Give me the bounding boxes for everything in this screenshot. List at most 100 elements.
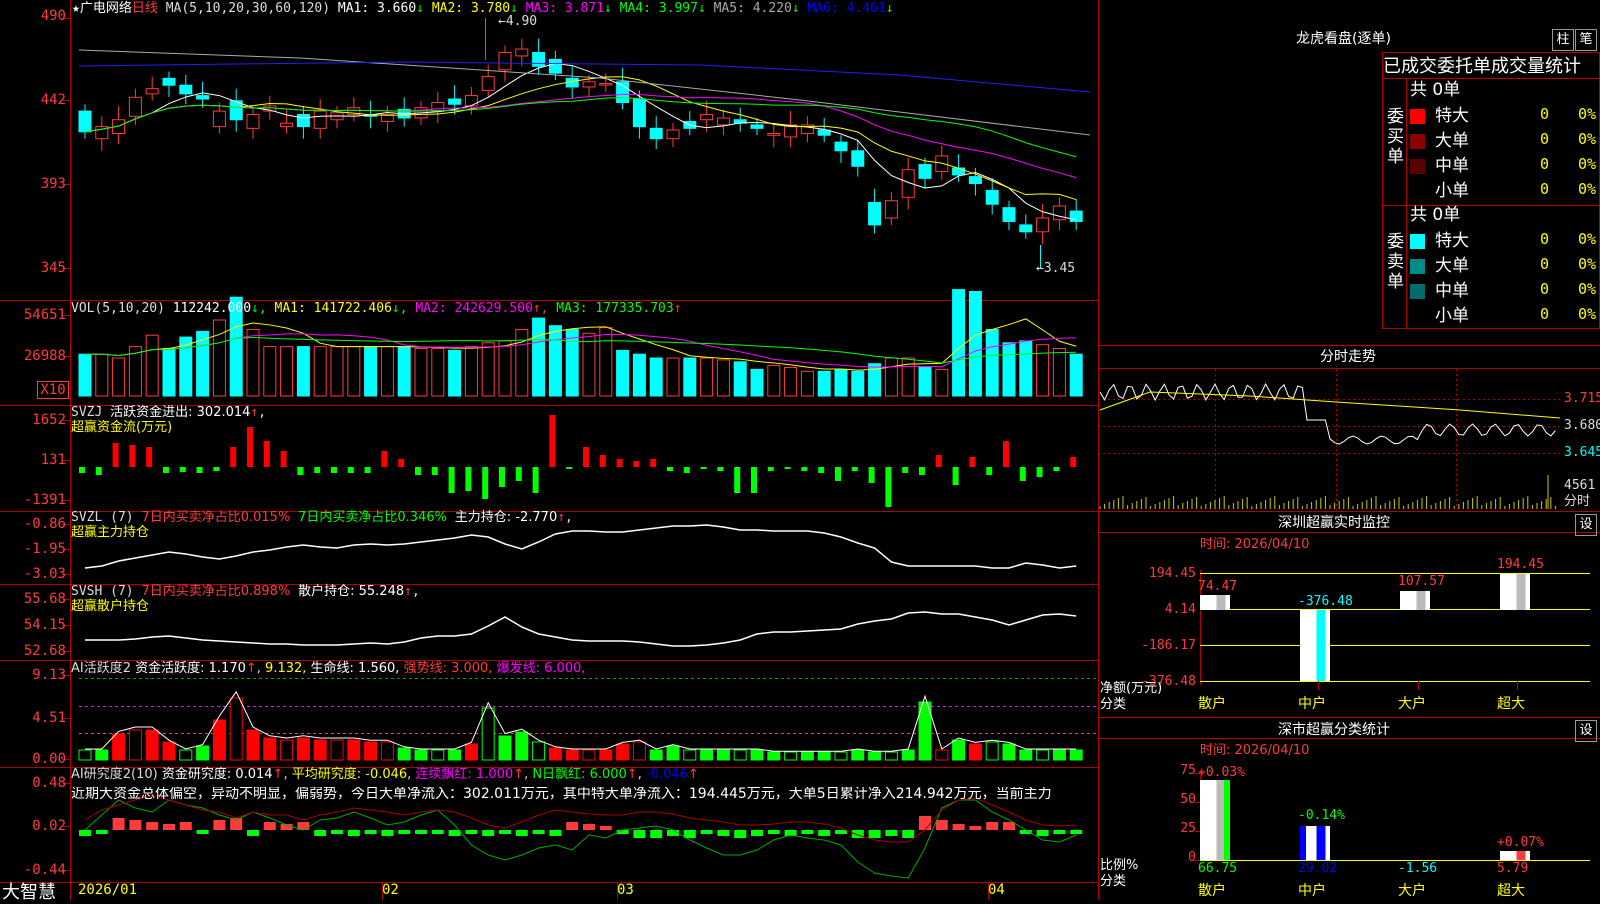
sz-y-2: 4.14 bbox=[1164, 602, 1196, 617]
order-row-percent: 0% bbox=[1578, 105, 1597, 123]
candle-body bbox=[985, 189, 999, 205]
svzl-p3: 主力持仓: -2.770 bbox=[454, 510, 558, 525]
volume-bar bbox=[246, 329, 260, 397]
ai-active-bar bbox=[414, 749, 428, 761]
svzj-y-3: -1391 bbox=[23, 492, 66, 508]
intraday-vol-label: 分时 bbox=[1564, 494, 1591, 509]
svsh-line bbox=[85, 611, 1077, 647]
svzj-bar bbox=[599, 455, 606, 467]
volume-bar bbox=[666, 357, 680, 397]
ai-active-bar bbox=[128, 729, 142, 761]
sz-class-title: 深市超赢分类统计 bbox=[1278, 722, 1390, 738]
svzj-bar bbox=[297, 467, 304, 475]
ma-title: MA(5,10,20,30,60,120) bbox=[165, 1, 331, 16]
ai-research-bar bbox=[952, 824, 965, 830]
svzj-label: SVZJ bbox=[71, 405, 103, 420]
candle-body bbox=[464, 95, 478, 107]
high-note: ←4.90 bbox=[498, 14, 538, 29]
ai-active-bar bbox=[750, 749, 764, 761]
order-row-value: 0 bbox=[1540, 280, 1550, 298]
sz-class-settings-button[interactable]: 设 bbox=[1575, 720, 1597, 742]
chart-canvas[interactable] bbox=[0, 0, 1600, 900]
dragon-title: 龙虎看盘(逐单) bbox=[1296, 31, 1391, 47]
volume-bar bbox=[380, 346, 394, 397]
svzj-bar bbox=[818, 467, 825, 473]
ai-active-bar bbox=[229, 697, 243, 761]
ai-research-v4: N日飘红: 6.000 bbox=[532, 767, 627, 782]
candle-body bbox=[1002, 207, 1016, 222]
ai-active-v1: 资金活跃度: 1.170 bbox=[135, 661, 246, 676]
date-label-apr: 04 bbox=[988, 882, 1005, 898]
ai-research-bar bbox=[398, 830, 411, 834]
svzj-bar bbox=[331, 467, 337, 473]
period-label[interactable]: 日线 bbox=[132, 1, 158, 16]
volume-bar bbox=[414, 348, 428, 397]
ai-research-bar bbox=[549, 830, 562, 836]
vol-y-label-2: 26988 bbox=[23, 348, 66, 364]
ai-research-bar bbox=[700, 830, 713, 834]
candle-body bbox=[481, 76, 495, 91]
svzj-bar bbox=[784, 467, 791, 469]
intraday-title: 分时走势 bbox=[1320, 349, 1376, 365]
candle-body bbox=[750, 124, 764, 129]
volume-bar bbox=[448, 349, 462, 397]
szc-category-label: 散户 bbox=[1198, 883, 1226, 899]
svzj-bar bbox=[314, 467, 321, 473]
order-row-label: 中单 bbox=[1435, 156, 1469, 176]
szc-top-value: +0.03% bbox=[1198, 765, 1245, 780]
ai-research-v5: -0.046 bbox=[645, 767, 688, 782]
ma-values: MA1: 3.660↓ MA2: 3.780↓ MA3: 3.871↓ MA4:… bbox=[337, 1, 894, 16]
bar-mode-button[interactable]: 柱 bbox=[1552, 29, 1574, 51]
dragon-header: 已成交委托单成交量统计 bbox=[1383, 56, 1581, 77]
svzj-bar bbox=[213, 467, 220, 471]
candle-body bbox=[700, 114, 714, 121]
svzj-bar bbox=[952, 467, 959, 485]
szc-bar-mid-accent bbox=[1316, 826, 1326, 860]
volume-bar bbox=[683, 357, 697, 397]
volume-bar bbox=[330, 346, 344, 397]
order-row-percent: 0% bbox=[1578, 130, 1597, 148]
main-title: ★广电网络日线 MA(5,10,20,30,60,120) MA1: 3.660… bbox=[72, 1, 894, 16]
order-total: 共 0单 bbox=[1410, 80, 1461, 100]
ai-research-bar bbox=[247, 830, 259, 836]
ai-active-bar bbox=[767, 751, 781, 761]
volume-bar bbox=[767, 365, 781, 397]
ai-active-bar bbox=[212, 719, 226, 761]
volume-bar bbox=[431, 348, 445, 397]
tick-mode-button[interactable]: 笔 bbox=[1575, 29, 1597, 51]
ai-active-label: AI活跃度2 bbox=[71, 661, 131, 676]
ai-active-bar bbox=[179, 749, 193, 761]
ai-active-y-1: 9.13 bbox=[32, 667, 66, 683]
date-label-jan: 2026/01 bbox=[78, 882, 138, 898]
candle-body bbox=[632, 98, 646, 128]
volume-bar bbox=[616, 349, 630, 397]
candle-body bbox=[616, 81, 630, 103]
candle-body bbox=[1019, 224, 1033, 233]
ai-research-bar bbox=[381, 830, 394, 836]
svzj-bar bbox=[129, 445, 136, 467]
candle-body bbox=[548, 58, 562, 74]
vol-label: VOL(5,10,20) bbox=[71, 301, 165, 316]
volume-bar bbox=[952, 289, 966, 397]
sz-monitor-settings-button[interactable]: 设 bbox=[1575, 514, 1597, 536]
intraday-avg-line bbox=[1099, 391, 1561, 419]
ai-research-bar bbox=[801, 830, 814, 834]
ai-active-bar bbox=[565, 749, 579, 761]
svsh-label: SVSH (7) bbox=[71, 584, 134, 599]
ai-research-bar bbox=[499, 830, 511, 834]
y-label-442: 442 bbox=[40, 92, 66, 108]
order-row-label: 大单 bbox=[1435, 131, 1469, 151]
ai-research-bar bbox=[767, 830, 780, 834]
ai-research-bar bbox=[650, 830, 663, 838]
ai-research-summary: 近期大资金总体偏空，异动不明显，偏弱势，今日大单净流入：302.011万元，其中… bbox=[71, 787, 1052, 802]
svzj-bar bbox=[633, 461, 640, 467]
volume-bar bbox=[364, 346, 378, 397]
ai-active-bar bbox=[868, 751, 882, 761]
svzj-bar bbox=[650, 459, 657, 467]
ma-value-5: MA5: 4.220 bbox=[705, 1, 792, 16]
candle-body bbox=[431, 101, 445, 112]
ai-research-bar bbox=[112, 818, 125, 830]
ai-active-bar bbox=[968, 743, 982, 761]
volume-bar bbox=[145, 334, 159, 397]
ai-active-y-2: 4.51 bbox=[32, 710, 66, 726]
